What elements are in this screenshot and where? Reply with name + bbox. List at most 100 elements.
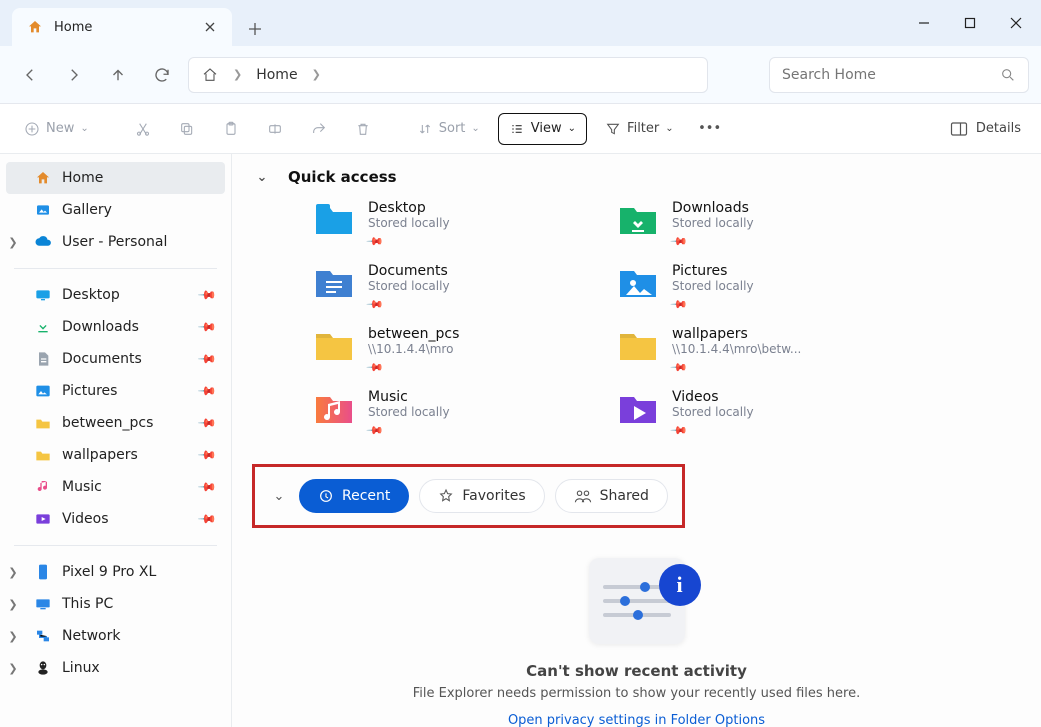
music-icon <box>34 478 52 496</box>
pill-recent[interactable]: Recent <box>299 479 409 513</box>
sidebar-item-pictures[interactable]: Pictures 📌 <box>6 375 225 407</box>
delete-button[interactable] <box>345 113 381 145</box>
chevron-down-icon[interactable]: ⌄ <box>252 170 272 185</box>
expand-icon[interactable]: ❯ <box>4 630 22 643</box>
navigation-row: ❯ Home ❯ <box>0 46 1041 104</box>
expand-icon[interactable]: ❯ <box>4 662 22 675</box>
search-input[interactable] <box>782 67 990 83</box>
sidebar-item-linux[interactable]: ❯ Linux <box>6 652 225 684</box>
chevron-down-icon: ⌄ <box>80 123 88 134</box>
pin-icon: 📌 <box>365 232 384 251</box>
window-close-button[interactable] <box>993 0 1039 46</box>
quick-access-grid: Desktop Stored locally 📌 Downloads Store… <box>252 200 1021 438</box>
qa-item-sub: Stored locally <box>672 279 754 293</box>
view-button[interactable]: View ⌄ <box>498 113 587 145</box>
up-button[interactable] <box>100 57 136 93</box>
pill-favorites[interactable]: Favorites <box>419 479 544 513</box>
window-maximize-button[interactable] <box>947 0 993 46</box>
desktop-icon <box>34 286 52 304</box>
folder-icon <box>34 446 52 464</box>
sidebar-item-videos[interactable]: Videos 📌 <box>6 503 225 535</box>
sidebar-item-label: User - Personal <box>62 234 167 250</box>
expand-icon[interactable]: ❯ <box>4 598 22 611</box>
pin-icon: 📌 <box>197 349 217 369</box>
pin-icon: 📌 <box>197 509 217 529</box>
quick-access-item[interactable]: wallpapers \\10.1.4.4\mro\betw... 📌 <box>616 326 896 375</box>
window-minimize-button[interactable] <box>901 0 947 46</box>
quick-access-item[interactable]: Music Stored locally 📌 <box>312 389 592 438</box>
copy-button[interactable] <box>169 113 205 145</box>
divider <box>14 268 217 269</box>
recent-empty-link[interactable]: Open privacy settings in Folder Options <box>508 713 765 727</box>
navigation-pane: Home Gallery ❯ User - Personal Desktop 📌… <box>0 154 232 727</box>
sidebar-item-label: Music <box>62 479 102 495</box>
quick-access-header[interactable]: ⌄ Quick access <box>252 168 1021 186</box>
qa-item-name: wallpapers <box>672 326 801 342</box>
filter-button[interactable]: Filter ⌄ <box>595 113 684 145</box>
sidebar-item-label: wallpapers <box>62 447 138 463</box>
new-tab-button[interactable] <box>238 12 272 46</box>
sidebar-item-network[interactable]: ❯ Network <box>6 620 225 652</box>
cut-button[interactable] <box>125 113 161 145</box>
sidebar-item-between-pcs[interactable]: between_pcs 📌 <box>6 407 225 439</box>
pin-icon: 📌 <box>197 317 217 337</box>
pictures-folder-icon <box>616 263 660 303</box>
pill-shared[interactable]: Shared <box>555 479 668 513</box>
sidebar-item-pixel[interactable]: ❯ Pixel 9 Pro XL <box>6 556 225 588</box>
sidebar-item-this-pc[interactable]: ❯ This PC <box>6 588 225 620</box>
address-bar[interactable]: ❯ Home ❯ <box>188 57 708 93</box>
sidebar-item-label: Desktop <box>62 287 120 303</box>
content-pane: ⌄ Quick access Desktop Stored locally 📌 … <box>232 154 1041 727</box>
quick-access-item[interactable]: between_pcs \\10.1.4.4\mro 📌 <box>312 326 592 375</box>
refresh-button[interactable] <box>144 57 180 93</box>
pin-icon: 📌 <box>669 421 688 440</box>
rename-button[interactable] <box>257 113 293 145</box>
qa-item-name: Desktop <box>368 200 450 216</box>
sidebar-item-downloads[interactable]: Downloads 📌 <box>6 311 225 343</box>
sort-button[interactable]: Sort ⌄ <box>407 113 490 145</box>
folder-folder-icon <box>312 326 356 366</box>
paste-button[interactable] <box>213 113 249 145</box>
breadcrumb-home[interactable]: Home <box>256 67 297 83</box>
quick-access-item[interactable]: Downloads Stored locally 📌 <box>616 200 896 249</box>
sort-button-label: Sort <box>439 121 466 136</box>
chevron-down-icon[interactable]: ⌄ <box>269 489 289 504</box>
search-box[interactable] <box>769 57 1029 93</box>
home-icon <box>26 18 44 36</box>
sidebar-item-gallery[interactable]: Gallery <box>6 194 225 226</box>
expand-icon[interactable]: ❯ <box>4 236 22 249</box>
tab-close-button[interactable] <box>200 17 220 37</box>
pin-icon: 📌 <box>365 358 384 377</box>
window-tab[interactable]: Home <box>12 8 232 46</box>
quick-access-item[interactable]: Pictures Stored locally 📌 <box>616 263 896 312</box>
linux-icon <box>34 659 52 677</box>
expand-icon[interactable]: ❯ <box>4 566 22 579</box>
sidebar-item-home[interactable]: Home <box>6 162 225 194</box>
quick-access-item[interactable]: Documents Stored locally 📌 <box>312 263 592 312</box>
sidebar-item-desktop[interactable]: Desktop 📌 <box>6 279 225 311</box>
details-pane-button[interactable]: Details <box>944 121 1027 137</box>
sidebar-item-label: Linux <box>62 660 100 676</box>
forward-button[interactable] <box>56 57 92 93</box>
pin-icon: 📌 <box>197 477 217 497</box>
sidebar-item-label: Documents <box>62 351 142 367</box>
downloads-icon <box>34 318 52 336</box>
network-icon <box>34 627 52 645</box>
back-button[interactable] <box>12 57 48 93</box>
videos-icon <box>34 510 52 528</box>
sidebar-item-label: Gallery <box>62 202 112 218</box>
pin-icon: 📌 <box>669 232 688 251</box>
sidebar-item-user[interactable]: ❯ User - Personal <box>6 226 225 258</box>
share-button[interactable] <box>301 113 337 145</box>
view-button-label: View <box>531 121 562 136</box>
more-button[interactable]: ••• <box>692 113 728 145</box>
folder-icon <box>34 414 52 432</box>
sidebar-item-label: Videos <box>62 511 109 527</box>
new-button[interactable]: New ⌄ <box>14 113 99 145</box>
qa-item-name: Pictures <box>672 263 754 279</box>
sidebar-item-wallpapers[interactable]: wallpapers 📌 <box>6 439 225 471</box>
sidebar-item-documents[interactable]: Documents 📌 <box>6 343 225 375</box>
quick-access-item[interactable]: Desktop Stored locally 📌 <box>312 200 592 249</box>
sidebar-item-music[interactable]: Music 📌 <box>6 471 225 503</box>
quick-access-item[interactable]: Videos Stored locally 📌 <box>616 389 896 438</box>
